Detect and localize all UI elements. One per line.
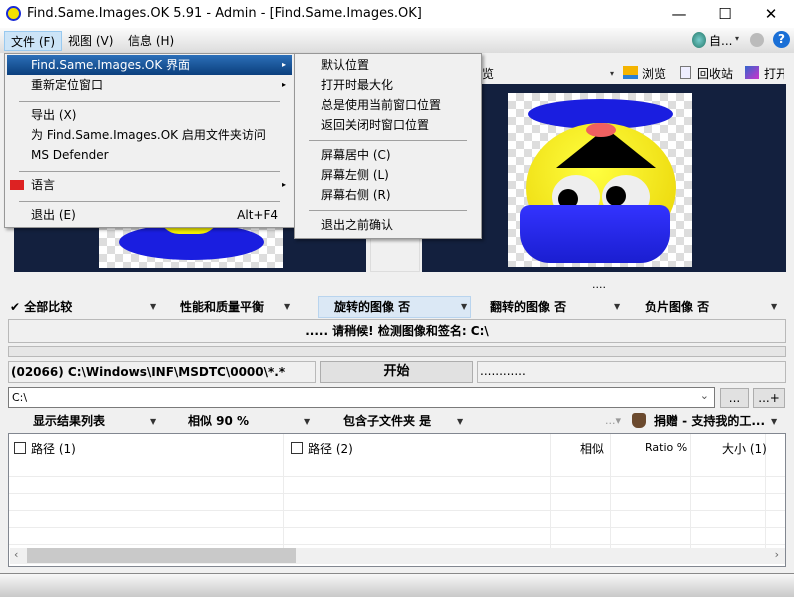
preview-toolbar-label: 览 bbox=[482, 67, 495, 81]
close-button[interactable]: ✕ bbox=[748, 0, 794, 28]
menu-file[interactable]: 文件 (F) bbox=[4, 31, 63, 51]
status-bar bbox=[0, 573, 794, 597]
language-selector[interactable]: 自... bbox=[709, 32, 732, 49]
column-header-similarity[interactable]: 相似 bbox=[580, 440, 604, 457]
rotated-images-option[interactable]: 旋转的图像 否 bbox=[334, 297, 410, 317]
rotated-dropdown-icon[interactable]: ▼ bbox=[461, 302, 467, 311]
horizontal-scrollbar[interactable]: ‹ › bbox=[10, 548, 785, 564]
similarity-option[interactable]: 相似 90 % bbox=[188, 411, 249, 431]
column-header-size[interactable]: 大小 (1) bbox=[722, 440, 767, 457]
menu-item-label: 重新定位窗口 bbox=[31, 78, 104, 92]
menu-item-label: Find.Same.Images.OK 界面 bbox=[31, 58, 191, 72]
flag-icon bbox=[10, 180, 24, 190]
scroll-left-icon[interactable]: ‹ bbox=[14, 548, 18, 561]
progress-bar bbox=[8, 346, 786, 357]
preview-image-right bbox=[508, 93, 692, 267]
results-table[interactable]: 路径 (1) 路径 (2) 相似 Ratio % 大小 (1) ‹ › bbox=[8, 433, 786, 567]
open-button[interactable]: 打开 bbox=[764, 65, 784, 82]
select-all-path2-checkbox[interactable] bbox=[291, 442, 303, 454]
folder-icon bbox=[623, 66, 638, 79]
menu-item-exit[interactable]: 退出 (E) Alt+F4 bbox=[7, 205, 292, 225]
submenu-arrow-icon: ▸ bbox=[281, 180, 286, 189]
column-header-path1[interactable]: 路径 (1) bbox=[31, 440, 76, 457]
current-file: (02066) C:\Windows\INF\MSDTC\0000\*.* bbox=[8, 361, 316, 383]
flipped-images-option[interactable]: 翻转的图像 否 bbox=[490, 297, 566, 317]
donate-button[interactable]: 捐赠 - 支持我的工... bbox=[654, 411, 764, 431]
menu-item-export[interactable]: 导出 (X) bbox=[7, 105, 292, 125]
minimize-button[interactable]: — bbox=[656, 0, 702, 28]
browse-folder-button[interactable]: ... bbox=[720, 388, 749, 408]
submenu-screen-left[interactable]: 屏幕左侧 (L) bbox=[297, 165, 479, 185]
column-header-ratio[interactable]: Ratio % bbox=[645, 441, 687, 454]
compare-all-dropdown-icon[interactable]: ▼ bbox=[150, 302, 156, 311]
path-input[interactable]: C:\ bbox=[12, 391, 27, 404]
chevron-down-icon[interactable]: ⌄ bbox=[700, 389, 709, 402]
submenu-restore-position[interactable]: 返回关闭时窗口位置 bbox=[297, 115, 479, 135]
submenu-screen-center[interactable]: 屏幕居中 (C) bbox=[297, 145, 479, 165]
preview-dropdown-icon[interactable]: ▾ bbox=[610, 69, 614, 78]
scan-info: ............ bbox=[477, 361, 786, 383]
window-title: Find.Same.Images.OK 5.91 - Admin - [Find… bbox=[27, 6, 422, 21]
browse-button[interactable]: 浏览 bbox=[642, 65, 666, 82]
performance-option[interactable]: 性能和质量平衡 bbox=[180, 297, 264, 317]
menu-item-folder-access[interactable]: 为 Find.Same.Images.OK 启用文件夹访问 bbox=[7, 125, 292, 145]
scroll-right-icon[interactable]: › bbox=[775, 548, 779, 561]
add-folder-button[interactable]: ...+ bbox=[753, 388, 785, 408]
menu-item-ms-defender[interactable]: MS Defender bbox=[7, 145, 292, 165]
donate-dropdown-icon[interactable]: ▼ bbox=[771, 417, 777, 426]
submenu-default-position[interactable]: 默认位置 bbox=[297, 55, 479, 75]
recycle-bin-icon bbox=[680, 66, 691, 79]
show-results-option[interactable]: 显示结果列表 bbox=[33, 411, 105, 431]
preview-dots: .... bbox=[592, 278, 606, 291]
path-combobox[interactable]: C:\ ⌄ bbox=[8, 387, 715, 408]
maximize-button[interactable]: ☐ bbox=[702, 0, 748, 28]
coffee-icon[interactable] bbox=[750, 33, 764, 47]
flipped-dropdown-icon[interactable]: ▼ bbox=[614, 302, 620, 311]
menu-info[interactable]: 信息 (H) bbox=[122, 31, 180, 51]
menu-item-reposition[interactable]: 重新定位窗口 ▸ bbox=[7, 75, 292, 95]
coffee-cup-icon bbox=[632, 413, 646, 428]
submenu-arrow-icon: ▸ bbox=[281, 60, 286, 69]
recycle-bin-button[interactable]: 回收站 bbox=[697, 65, 733, 82]
submenu-confirm-exit[interactable]: 退出之前确认 bbox=[297, 215, 479, 235]
menu-item-label: 退出 (E) bbox=[31, 208, 76, 222]
menu-item-language[interactable]: 语言 ▸ bbox=[7, 175, 292, 195]
language-dropdown-icon[interactable]: ▾ bbox=[735, 34, 739, 43]
submenu-use-current-position[interactable]: 总是使用当前窗口位置 bbox=[297, 95, 479, 115]
compare-all-option[interactable]: ✔ 全部比较 bbox=[10, 297, 72, 317]
interface-submenu: 默认位置 打开时最大化 总是使用当前窗口位置 返回关闭时窗口位置 屏幕居中 (C… bbox=[294, 53, 482, 239]
negative-dropdown-icon[interactable]: ▼ bbox=[771, 302, 777, 311]
shortcut-label: Alt+F4 bbox=[237, 208, 278, 222]
scrollbar-thumb[interactable] bbox=[27, 548, 296, 563]
app-icon bbox=[6, 6, 21, 21]
include-subfolders-option[interactable]: 包含子文件夹 是 bbox=[343, 411, 431, 431]
submenu-arrow-icon: ▸ bbox=[281, 80, 286, 89]
open-icon bbox=[745, 66, 759, 79]
submenu-screen-right[interactable]: 屏幕右侧 (R) bbox=[297, 185, 479, 205]
menu-item-label: 语言 bbox=[31, 178, 56, 192]
file-menu: Find.Same.Images.OK 界面 ▸ 重新定位窗口 ▸ 导出 (X) 为… bbox=[4, 53, 295, 228]
negative-images-option[interactable]: 负片图像 否 bbox=[645, 297, 709, 317]
select-all-path1-checkbox[interactable] bbox=[14, 442, 26, 454]
start-button[interactable]: 开始 bbox=[320, 361, 473, 383]
title-bar: Find.Same.Images.OK 5.91 - Admin - [Find… bbox=[0, 0, 794, 28]
show-results-dropdown-icon[interactable]: ▼ bbox=[150, 417, 156, 426]
submenu-maximize-on-open[interactable]: 打开时最大化 bbox=[297, 75, 479, 95]
subfolders-dropdown-icon[interactable]: ▼ bbox=[457, 417, 463, 426]
menu-bar: 文件 (F) 视图 (V) 信息 (H) 自... ▾ ? bbox=[0, 28, 794, 53]
column-header-path2[interactable]: 路径 (2) bbox=[308, 440, 353, 457]
similarity-dropdown-icon[interactable]: ▼ bbox=[304, 417, 310, 426]
language-globe-icon[interactable] bbox=[692, 32, 706, 48]
performance-dropdown-icon[interactable]: ▼ bbox=[284, 302, 290, 311]
status-message: ..... 请稍候! 检测图像和签名: C:\ bbox=[8, 319, 786, 343]
help-icon[interactable]: ? bbox=[773, 31, 790, 48]
menu-view[interactable]: 视图 (V) bbox=[62, 31, 119, 51]
menu-item-interface[interactable]: Find.Same.Images.OK 界面 ▸ bbox=[7, 55, 292, 75]
more-options-button[interactable]: ...▾ bbox=[605, 414, 621, 427]
